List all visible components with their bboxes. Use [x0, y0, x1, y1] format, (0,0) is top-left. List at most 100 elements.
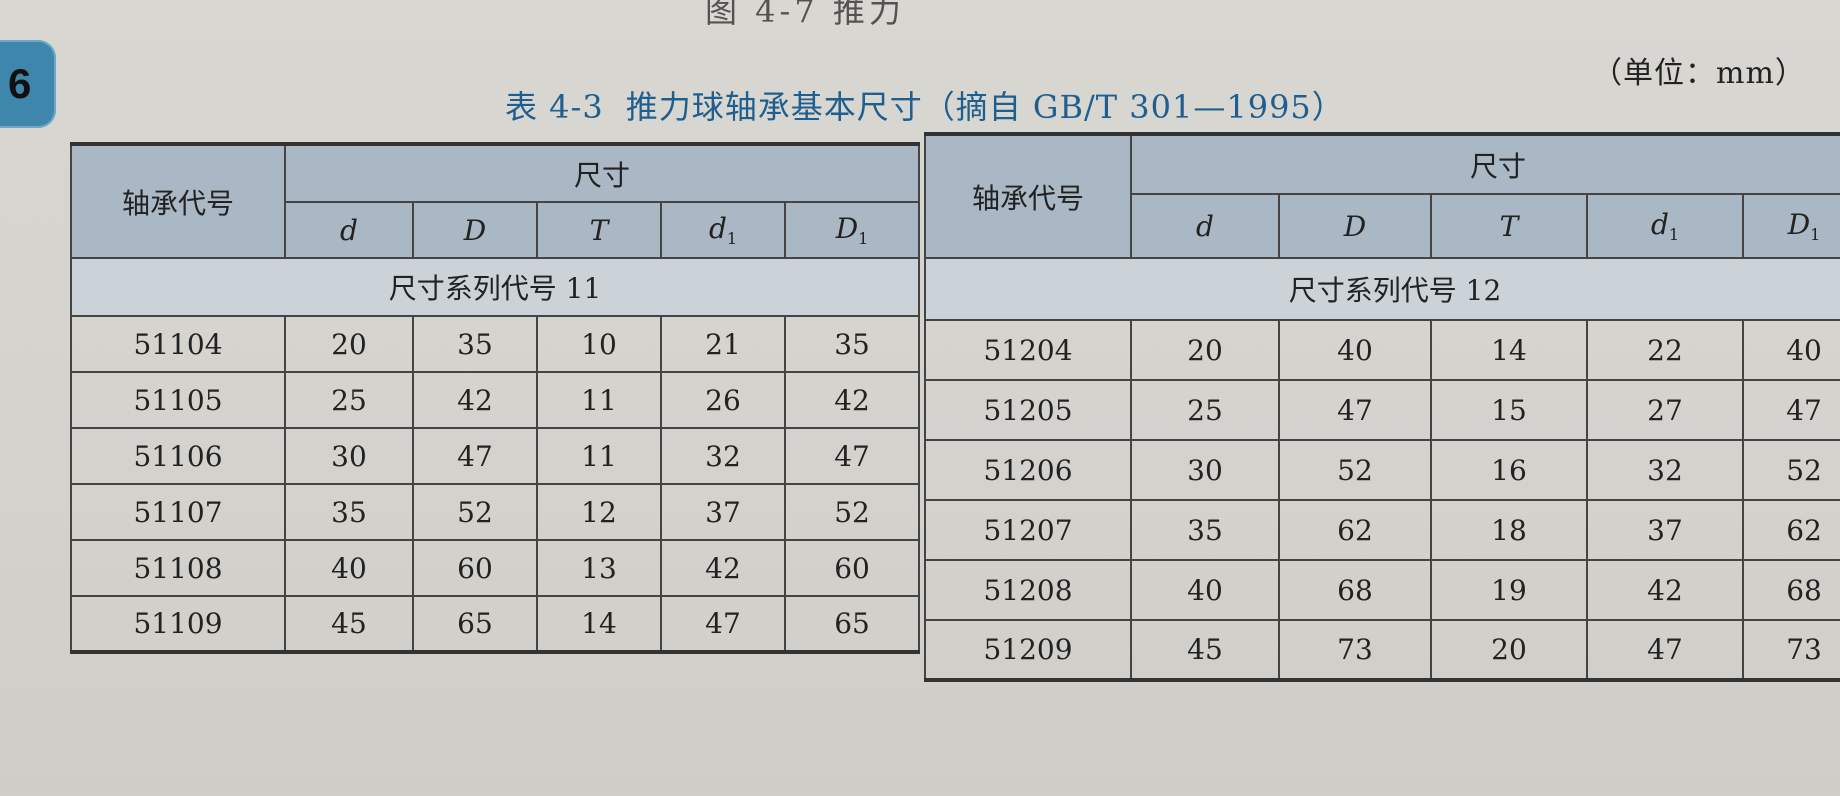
- bearing-code-cell: 51105: [70, 371, 286, 429]
- dimension-cell: 11: [536, 371, 662, 429]
- dimension-cell: 20: [284, 315, 414, 373]
- dimension-cell: 45: [284, 595, 414, 653]
- series-label: 尺寸系列代号 12: [923, 257, 1840, 321]
- dimension-cell: 21: [660, 315, 786, 373]
- dimension-cell: 12: [536, 483, 662, 541]
- dimension-cell: 35: [1130, 499, 1280, 561]
- dimension-cell: 10: [536, 315, 662, 373]
- header-symbol: D: [463, 213, 487, 247]
- bearing-table-series-12: 轴承代号 尺寸 d D Td1 D1 尺寸系列代号 12 51204 20 40 14 22 40 512…: [923, 132, 1840, 682]
- dimension-cell: 47: [1586, 619, 1744, 681]
- dimension-cell: 40: [1741, 319, 1840, 381]
- dimension-cell: 14: [536, 595, 662, 653]
- dimension-cell: 37: [1586, 499, 1744, 561]
- dimension-cell: 16: [1430, 439, 1588, 501]
- dimension-cell: 18: [1430, 499, 1588, 561]
- dimension-cell: 35: [412, 315, 538, 373]
- table-row: 51108 40 60 13 42 60: [70, 539, 921, 597]
- header-symbol: d: [708, 212, 727, 245]
- table-row: 51205 25 47 15 27 47: [924, 379, 1840, 441]
- header-subscript: 1: [1810, 225, 1821, 244]
- series-label: 尺寸系列代号 11: [69, 257, 921, 317]
- dimension-cell: 22: [1586, 319, 1744, 381]
- dimension-cell: 60: [412, 539, 538, 597]
- header-symbol: T: [589, 213, 609, 247]
- dimension-cell: 35: [284, 483, 414, 541]
- dimension-cell: 40: [1130, 559, 1280, 621]
- table-row: 51208 40 68 19 42 68: [924, 559, 1840, 621]
- table-row: 51109 45 65 14 47 65: [70, 595, 921, 653]
- previous-figure-caption-fragment: 图 4-7 推力: [705, 0, 905, 30]
- bearing-code-cell: 51209: [924, 619, 1132, 681]
- dimension-cell: 40: [1278, 319, 1432, 381]
- dimension-cell: 20: [1430, 619, 1588, 681]
- dimension-cell: 60: [783, 539, 921, 597]
- dimension-cell: 26: [660, 371, 786, 429]
- dimension-cell: 42: [1586, 559, 1744, 621]
- dimension-cell: 40: [284, 539, 414, 597]
- bearing-table-series-11: 轴承代号 尺寸 d D Td1 D1 尺寸系列代号 11 51104 20 35 10 21 35 511…: [69, 142, 921, 654]
- dimension-cell: 30: [1130, 439, 1280, 501]
- bearing-code-cell: 51207: [924, 499, 1132, 561]
- header-symbol: T: [1499, 209, 1519, 243]
- header-col-d: d: [1130, 193, 1280, 259]
- page-number: 6: [8, 60, 32, 107]
- header-symbol: D: [835, 212, 859, 245]
- dimension-cell: 27: [1586, 379, 1744, 441]
- table-row: 51107 35 52 12 37 52: [70, 483, 921, 541]
- dimension-cell: 68: [1741, 559, 1840, 621]
- table-title: 表 4-3 推力球轴承基本尺寸（摘自 GB/T 301—1995）: [505, 82, 1345, 128]
- header-symbol: D: [1343, 209, 1367, 243]
- table-row: 51207 35 62 18 37 62: [924, 499, 1840, 561]
- dimension-cell: 65: [412, 595, 538, 653]
- dimension-cell: 25: [284, 371, 414, 429]
- dimension-cell: 47: [660, 595, 786, 653]
- header-col-D: D: [1278, 193, 1432, 259]
- dimension-cell: 32: [1586, 439, 1744, 501]
- table-row: 51204 20 40 14 22 40: [924, 319, 1840, 381]
- dimension-cell: 42: [783, 371, 921, 429]
- dimension-cell: 73: [1278, 619, 1432, 681]
- bearing-code-cell: 51107: [70, 483, 286, 541]
- page-number-tab: 6: [0, 40, 56, 128]
- dimension-cell: 25: [1130, 379, 1280, 441]
- dimension-cell: 14: [1430, 319, 1588, 381]
- header-col-D: D: [412, 201, 538, 259]
- table-number: 表 4-3: [505, 88, 604, 126]
- unit-note: （单位：mm）: [1592, 56, 1806, 91]
- dimension-cell: 37: [660, 483, 786, 541]
- dimension-cell: 47: [412, 427, 538, 485]
- bearing-code-cell: 51208: [924, 559, 1132, 621]
- header-col-d1: d1: [1586, 193, 1744, 259]
- bearing-code-cell: 51206: [924, 439, 1132, 501]
- header-col-d1: d1: [660, 201, 786, 259]
- dimension-cell: 52: [1278, 439, 1432, 501]
- header-subscript: 1: [1668, 225, 1680, 244]
- header-symbol: D: [1787, 208, 1811, 241]
- table-row: 51209 45 73 20 47 73: [924, 619, 1840, 681]
- dimension-cell: 30: [284, 427, 414, 485]
- header-symbol: d: [1650, 208, 1669, 241]
- table-row: 51104 20 35 10 21 35: [70, 315, 921, 373]
- dimension-cell: 62: [1278, 499, 1432, 561]
- dimension-cell: 52: [1741, 439, 1840, 501]
- dimension-cell: 47: [783, 427, 921, 485]
- dimension-cell: 32: [660, 427, 786, 485]
- header-col-d: d: [284, 201, 414, 259]
- dimension-cell: 62: [1741, 499, 1840, 561]
- header-bearing-code: 轴承代号: [70, 143, 286, 259]
- dimension-cell: 20: [1130, 319, 1280, 381]
- dimension-cell: 13: [536, 539, 662, 597]
- header-col-D1: D1: [783, 201, 921, 259]
- dimension-cell: 42: [660, 539, 786, 597]
- table-row: 51105 25 42 11 26 42: [70, 371, 921, 429]
- header-subscript: 1: [726, 229, 738, 248]
- dimension-cell: 45: [1130, 619, 1280, 681]
- dimension-cell: 52: [783, 483, 921, 541]
- header-col-T: T: [1430, 193, 1588, 259]
- header-subscript: 1: [858, 229, 869, 248]
- dimension-cell: 52: [412, 483, 538, 541]
- bearing-code-cell: 51205: [924, 379, 1132, 441]
- table-row: 51106 30 47 11 32 47: [70, 427, 921, 485]
- header-symbol: d: [340, 213, 358, 247]
